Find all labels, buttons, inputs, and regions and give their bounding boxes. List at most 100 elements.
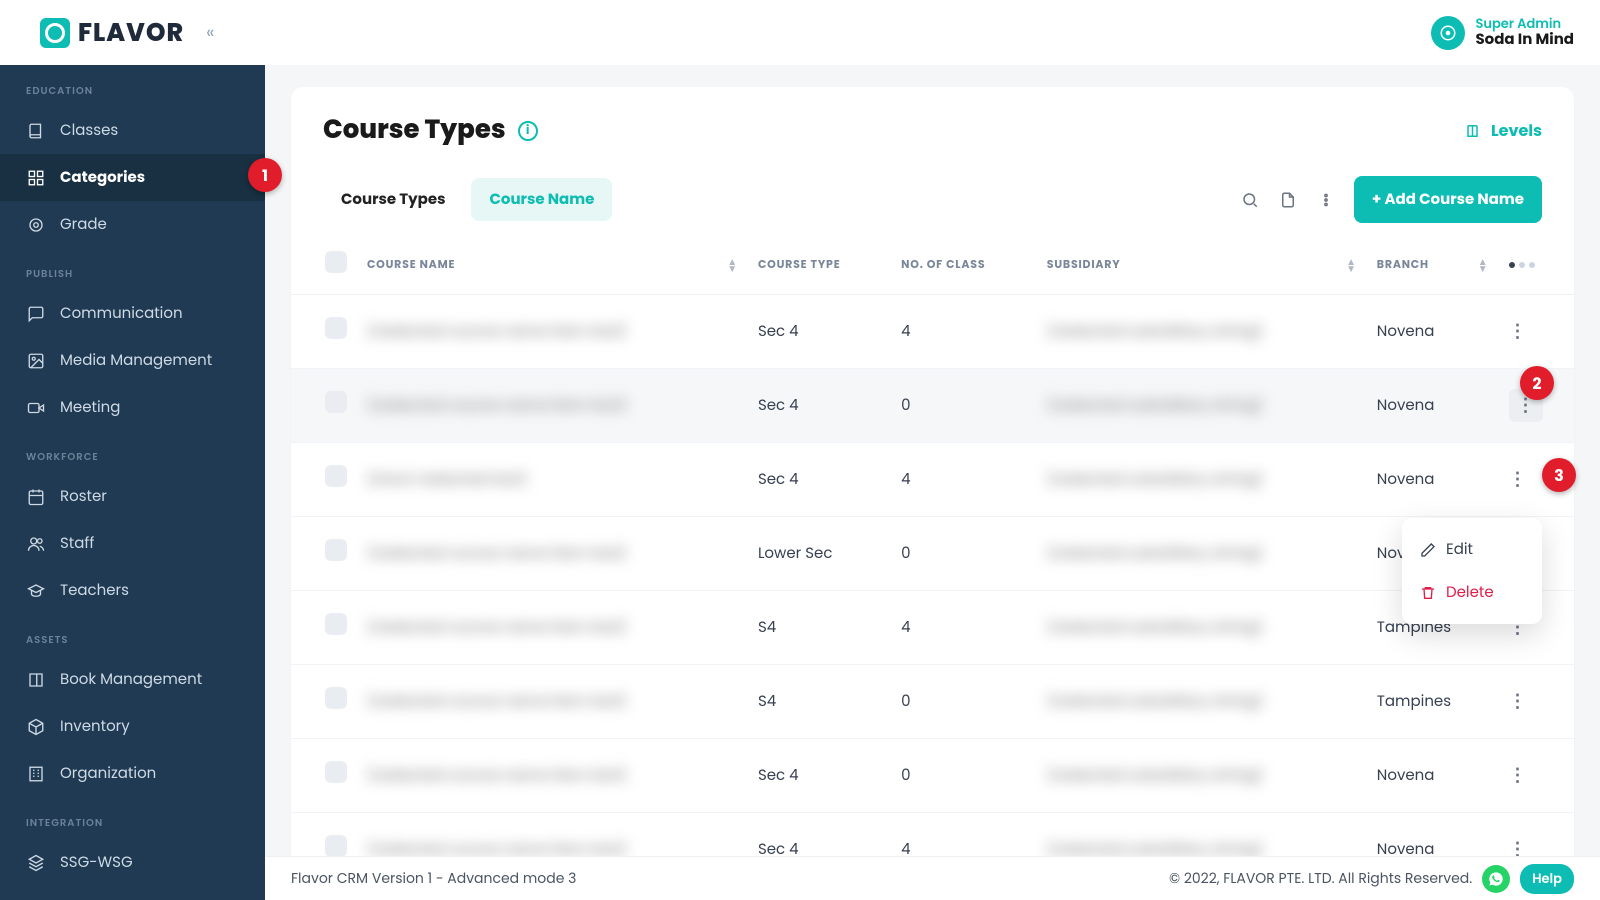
row-checkbox[interactable] — [325, 391, 347, 413]
tab-course-types[interactable]: Course Types — [323, 178, 463, 221]
select-all-checkbox[interactable] — [325, 251, 347, 273]
cap-icon — [26, 581, 46, 601]
brand-logo[interactable]: FLAVOR — [40, 14, 184, 52]
sidebar-item-organization[interactable]: Organization — [0, 750, 265, 797]
sort-icon[interactable]: ▲▼ — [1478, 258, 1489, 272]
search-icon[interactable] — [1240, 190, 1260, 210]
table-row[interactable]: (redacted course name item text)S40(reda… — [291, 665, 1574, 739]
cell-course-name: (redacted course name item text) — [367, 617, 627, 638]
cell-branch: Novena — [1367, 295, 1499, 369]
image-icon — [26, 351, 46, 371]
row-checkbox[interactable] — [325, 613, 347, 635]
users-icon — [26, 534, 46, 554]
cell-course-name: (redacted course name item text) — [367, 543, 627, 564]
sidebar-item-teachers[interactable]: Teachers — [0, 567, 265, 614]
tabs: Course TypesCourse Name — [323, 178, 612, 221]
sidebar-item-roster[interactable]: Roster — [0, 473, 265, 520]
sidebar-item-ssg-wsg[interactable]: SSG-WSG — [0, 839, 265, 886]
sort-icon[interactable]: ▲▼ — [1346, 258, 1357, 272]
sidebar-item-inventory[interactable]: Inventory — [0, 703, 265, 750]
sort-icon[interactable]: ▲▼ — [727, 258, 738, 272]
levels-button[interactable]: Levels — [1465, 118, 1542, 143]
cell-subsidiary: (redacted subsidiary string) — [1047, 469, 1263, 490]
row-checkbox[interactable] — [325, 317, 347, 339]
context-delete[interactable]: Delete — [1402, 571, 1542, 614]
table-row[interactable]: (redacted course name item text)Lower Se… — [291, 517, 1574, 591]
col-course-type[interactable]: COURSE TYPE — [748, 235, 891, 295]
nav-section-title: EDUCATION — [0, 65, 265, 107]
col-no-of-class[interactable]: NO. OF CLASS — [891, 235, 1037, 295]
cell-subsidiary: (redacted subsidiary string) — [1047, 765, 1263, 786]
sidebar-item-media-management[interactable]: Media Management — [0, 337, 265, 384]
cell-subsidiary: (redacted subsidiary string) — [1047, 543, 1263, 564]
row-context-menu: Edit Delete — [1402, 518, 1542, 624]
row-kebab-icon[interactable]: ⋮ — [1509, 319, 1527, 344]
collapse-sidebar-icon[interactable]: « — [206, 19, 214, 46]
row-checkbox[interactable] — [325, 761, 347, 783]
row-kebab-icon[interactable]: ⋮ — [1509, 689, 1527, 714]
nav-section-title: ASSETS — [0, 614, 265, 656]
cell-no-of-class: 0 — [891, 369, 1037, 443]
row-checkbox[interactable] — [325, 835, 347, 857]
row-checkbox[interactable] — [325, 465, 347, 487]
cell-no-of-class: 4 — [891, 443, 1037, 517]
cell-course-type: Sec 4 — [748, 369, 891, 443]
cell-subsidiary: (redacted subsidiary string) — [1047, 395, 1263, 416]
cell-course-type: Sec 4 — [748, 739, 891, 813]
footer-version: Flavor CRM Version 1 - Advanced mode 3 — [291, 868, 576, 889]
cell-course-name: (short redacted text) — [367, 469, 527, 490]
whatsapp-icon[interactable] — [1482, 865, 1510, 893]
book-icon — [26, 121, 46, 141]
col-subsidiary[interactable]: SUBSIDIARY▲▼ — [1037, 235, 1367, 295]
info-icon[interactable]: i — [518, 121, 538, 141]
sidebar-item-classes[interactable]: Classes — [0, 107, 265, 154]
table-row[interactable]: (redacted course name item text)S44(reda… — [291, 591, 1574, 665]
layers-icon — [26, 853, 46, 873]
sidebar: EDUCATIONClassesCategoriesGradePUBLISHCo… — [0, 65, 265, 900]
table-row[interactable]: (redacted course name item text)Sec 44(r… — [291, 295, 1574, 369]
column-pager-icon[interactable] — [1509, 262, 1535, 268]
sidebar-item-grade[interactable]: Grade — [0, 201, 265, 248]
nav-section-title: WORKFORCE — [0, 431, 265, 473]
levels-label: Levels — [1491, 118, 1542, 143]
export-icon[interactable] — [1278, 190, 1298, 210]
row-kebab-icon[interactable]: ⋮ — [1509, 763, 1527, 788]
col-course-name[interactable]: COURSE NAME▲▼ — [357, 235, 748, 295]
annotation-badge-1: 1 — [248, 158, 282, 192]
sidebar-item-book-management[interactable]: Book Management — [0, 656, 265, 703]
brand-text: FLAVOR — [78, 14, 184, 52]
sidebar-item-staff[interactable]: Staff — [0, 520, 265, 567]
row-kebab-icon[interactable]: ⋮ — [1509, 467, 1527, 492]
cell-no-of-class: 4 — [891, 295, 1037, 369]
sidebar-item-meeting[interactable]: Meeting — [0, 384, 265, 431]
table-row[interactable]: (short redacted text)Sec 44(redacted sub… — [291, 443, 1574, 517]
table-row[interactable]: (redacted course name item text)Sec 40(r… — [291, 739, 1574, 813]
context-edit[interactable]: Edit — [1402, 528, 1542, 571]
table-row[interactable]: (redacted course name item text)Sec 40(r… — [291, 369, 1574, 443]
box-icon — [26, 717, 46, 737]
cell-no-of-class: 0 — [891, 739, 1037, 813]
col-branch[interactable]: BRANCH▲▼ — [1367, 235, 1499, 295]
sidebar-item-categories[interactable]: Categories — [0, 154, 265, 201]
bld-icon — [26, 764, 46, 784]
row-checkbox[interactable] — [325, 687, 347, 709]
add-course-name-button[interactable]: + Add Course Name — [1354, 176, 1542, 223]
cell-branch: Novena — [1367, 369, 1499, 443]
more-icon[interactable] — [1316, 190, 1336, 210]
cell-subsidiary: (redacted subsidiary string) — [1047, 691, 1263, 712]
tab-course-name[interactable]: Course Name — [471, 178, 612, 221]
footer-copyright: © 2022, FLAVOR PTE. LTD. All Rights Rese… — [1169, 868, 1472, 889]
footer: Flavor CRM Version 1 - Advanced mode 3 ©… — [265, 856, 1600, 900]
cell-course-type: S4 — [748, 591, 891, 665]
user-menu[interactable]: Super Admin Soda In Mind — [1431, 16, 1574, 50]
cell-branch: Novena — [1367, 739, 1499, 813]
cell-no-of-class: 0 — [891, 517, 1037, 591]
sidebar-item-communication[interactable]: Communication — [0, 290, 265, 337]
help-button[interactable]: Help — [1520, 864, 1574, 894]
video-icon — [26, 398, 46, 418]
annotation-badge-2: 2 — [1520, 366, 1554, 400]
avatar-icon — [1431, 16, 1465, 50]
cell-course-name: (redacted course name item text) — [367, 691, 627, 712]
row-checkbox[interactable] — [325, 539, 347, 561]
chat-icon — [26, 304, 46, 324]
